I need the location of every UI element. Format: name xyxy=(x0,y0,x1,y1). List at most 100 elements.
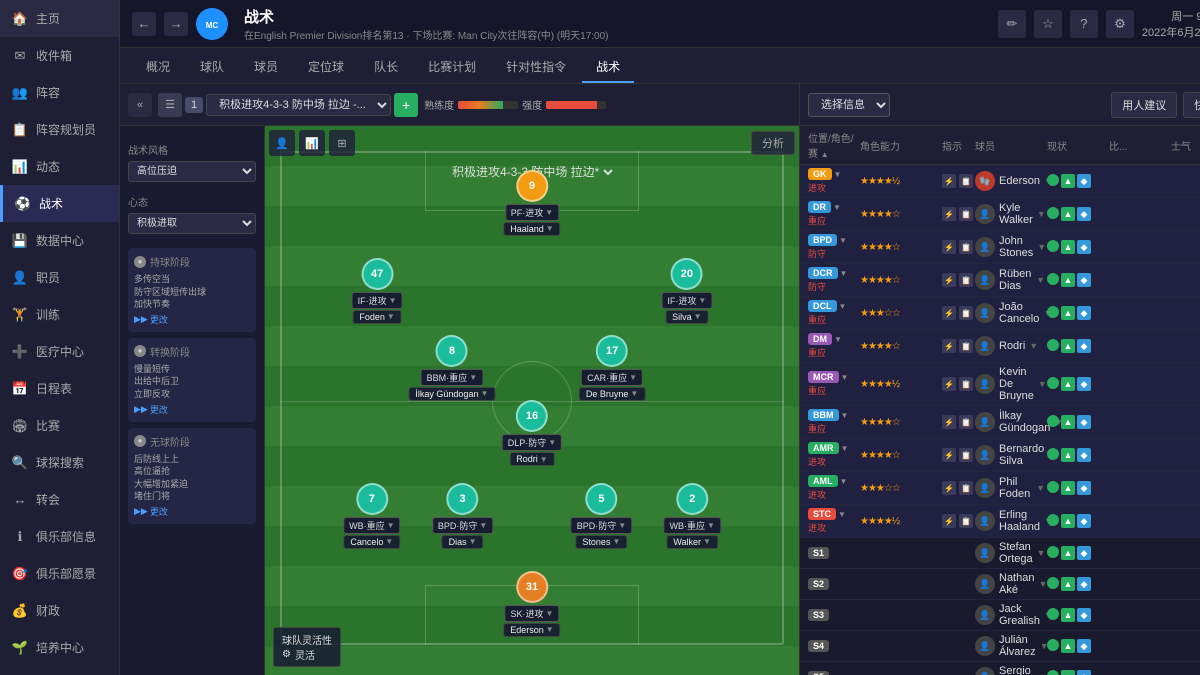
tab-instructions[interactable]: 针对性指令 xyxy=(492,52,580,83)
out-of-possession-change[interactable]: ▶▶ 更改 xyxy=(134,505,250,518)
header-pos[interactable]: 位置/角色/赛 ▲ xyxy=(808,130,858,160)
sidebar-item-home[interactable]: 🏠 主页 xyxy=(0,0,119,37)
player-name-walker[interactable]: Walker ▼ xyxy=(666,535,718,549)
help-button[interactable]: ? xyxy=(1070,10,1098,38)
player-role-rodri[interactable]: DLP·防守 ▼ xyxy=(502,434,562,451)
sidebar-item-club-vision[interactable]: 🎯 俱乐部愿景 xyxy=(0,555,119,592)
tactics-icon-tab-list[interactable]: ☰ xyxy=(158,93,182,117)
sidebar-item-club-info[interactable]: ℹ 俱乐部信息 xyxy=(0,518,119,555)
field-player-icon-btn[interactable]: 👤 xyxy=(269,130,295,156)
player-name-haaland[interactable]: Haaland ▼ xyxy=(503,222,560,236)
player-circle-debruyne[interactable]: 17 xyxy=(596,335,628,367)
header-compare[interactable]: 比... xyxy=(1109,138,1169,153)
sidebar-item-finance[interactable]: 💰 财政 xyxy=(0,592,119,629)
sidebar-item-development[interactable]: 🌱 培养中心 xyxy=(0,629,119,666)
field-bar-icon-btn[interactable]: 📊 xyxy=(299,130,325,156)
player-dropdown[interactable]: ▼ xyxy=(1036,275,1045,285)
player-name-debruyne[interactable]: De Bruyne ▼ xyxy=(579,387,645,401)
player-name-rodri[interactable]: Rodri ▼ xyxy=(509,452,554,466)
table-row[interactable]: S1 👤 Stefan Ortega ▼ ▲ ◆ - xyxy=(800,538,1200,569)
player-name-cancelo[interactable]: Cancelo ▼ xyxy=(343,535,400,549)
sidebar-item-squad[interactable]: 👥 阵容 xyxy=(0,74,119,111)
player-circle-silva[interactable]: 20 xyxy=(671,258,703,290)
table-row[interactable]: STC ▼ 进攻 ★★★★½ ⚡ 📋 👤 Erling Haaland ▼ ▲ … xyxy=(800,505,1200,538)
player-circle-gundogan[interactable]: 8 xyxy=(436,335,468,367)
table-row[interactable]: DM ▼ 重应 ★★★★☆ ⚡ 📋 👤 Rodri ▼ ▲ ◆ - xyxy=(800,330,1200,363)
player-role-silva[interactable]: IF·进攻 ▼ xyxy=(661,292,712,309)
info-select[interactable]: 选择信息 xyxy=(808,93,890,117)
forward-button[interactable]: → xyxy=(164,12,188,36)
tactics-name-select[interactable]: 积极进攻4-3-3 防中场 拉边 -... xyxy=(206,94,391,116)
suggest-button[interactable]: 用人建议 xyxy=(1111,92,1177,118)
player-circle-rodri[interactable]: 16 xyxy=(516,400,548,432)
sidebar-item-medical[interactable]: ➕ 医疗中心 xyxy=(0,333,119,370)
tab-match-plan[interactable]: 比赛计划 xyxy=(414,52,490,83)
player-circle-ederson[interactable]: 31 xyxy=(516,571,548,603)
sidebar-item-dynamics[interactable]: 📊 动态 xyxy=(0,148,119,185)
player-role-walker[interactable]: WB·重应 ▼ xyxy=(663,517,720,534)
player-role-stones[interactable]: BPD·防守 ▼ xyxy=(571,517,632,534)
tab-tactics[interactable]: 战术 xyxy=(582,52,634,83)
player-circle-cancelo[interactable]: 7 xyxy=(356,483,388,515)
collapse-button[interactable]: « xyxy=(128,93,152,117)
player-role-foden[interactable]: IF·进攻 ▼ xyxy=(352,292,403,309)
table-row[interactable]: DR ▼ 重应 ★★★★☆ ⚡ 📋 👤 Kyle Walker ▼ ▲ ◆ - xyxy=(800,198,1200,231)
table-row[interactable]: AML ▼ 进攻 ★★★☆☆ ⚡ 📋 👤 Phil Foden ▼ ▲ ◆ - xyxy=(800,472,1200,505)
settings-button[interactable]: ⚙ xyxy=(1106,10,1134,38)
table-row[interactable]: BPD ▼ 防守 ★★★★☆ ⚡ 📋 👤 John Stones ▼ ▲ ◆ - xyxy=(800,231,1200,264)
table-row[interactable]: AMR ▼ 进攻 ★★★★☆ ⚡ 📋 👤 Bernardo Silva ▼ ▲ … xyxy=(800,439,1200,472)
table-row[interactable]: GK ▼ 进攻 ★★★★½ ⚡ 📋 🧤 Ederson ▼ ▲ ◆ - xyxy=(800,165,1200,198)
player-dropdown[interactable]: ▼ xyxy=(1038,379,1047,389)
player-name-foden[interactable]: Foden ▼ xyxy=(352,310,401,324)
tab-setpieces[interactable]: 定位球 xyxy=(294,52,358,83)
header-player[interactable]: 球员 xyxy=(975,138,1045,153)
player-dropdown[interactable]: ▼ xyxy=(1029,341,1038,351)
player-dropdown[interactable]: ▼ xyxy=(1037,548,1046,558)
table-row[interactable]: S5 👤 Sergio Gómez ▼ ▲ ◆ - xyxy=(800,662,1200,675)
player-role-dias[interactable]: BPD·防守 ▼ xyxy=(432,517,493,534)
sidebar-item-inbox[interactable]: ✉ 收件箱 xyxy=(0,37,119,74)
player-name-gundogan[interactable]: İlkay Gündogan ▼ xyxy=(408,387,495,401)
table-row[interactable]: MCR ▼ 重应 ★★★★½ ⚡ 📋 👤 Kevin De Bruyne ▼ ▲… xyxy=(800,363,1200,406)
table-row[interactable]: S2 👤 Nathan Aké ▼ ▲ ◆ - xyxy=(800,569,1200,600)
table-row[interactable]: DCR ▼ 防守 ★★★★☆ ⚡ 📋 👤 Rüben Dias ▼ ▲ ◆ - xyxy=(800,264,1200,297)
player-circle-dias[interactable]: 3 xyxy=(447,483,479,515)
star-button[interactable]: ☆ xyxy=(1034,10,1062,38)
sidebar-item-staff[interactable]: 👤 职员 xyxy=(0,259,119,296)
header-instructions[interactable]: 指示 xyxy=(942,138,973,153)
player-role-cancelo[interactable]: WB·重应 ▼ xyxy=(343,517,400,534)
player-name-stones[interactable]: Stones ▼ xyxy=(575,535,627,549)
table-row[interactable]: S3 👤 Jack Grealish ▼ ▲ ◆ - xyxy=(800,600,1200,631)
player-circle-foden[interactable]: 47 xyxy=(361,258,393,290)
player-role-ederson[interactable]: SK·进攻 ▼ xyxy=(505,605,560,622)
player-role-haaland[interactable]: PF·进攻 ▼ xyxy=(505,204,559,221)
player-role-gundogan[interactable]: BBM·重应 ▼ xyxy=(421,369,483,386)
tab-team[interactable]: 球队 xyxy=(186,52,238,83)
player-circle-walker[interactable]: 2 xyxy=(676,483,708,515)
sidebar-item-transfer[interactable]: ↔ 转会 xyxy=(0,481,119,518)
sidebar-item-scout[interactable]: 🔍 球探搜索 xyxy=(0,444,119,481)
header-morale[interactable]: 士气 xyxy=(1171,138,1200,153)
table-row[interactable]: S4 👤 Julián Álvarez ▼ ▲ ◆ - xyxy=(800,631,1200,662)
sidebar-item-tactics[interactable]: ⚽ 战术 xyxy=(0,185,119,222)
quick-pick-button[interactable]: 快速挑选 xyxy=(1183,92,1200,118)
player-dropdown[interactable]: ▼ xyxy=(1037,209,1046,219)
tab-manager[interactable]: 队长 xyxy=(360,52,412,83)
player-circle-stones[interactable]: 5 xyxy=(585,483,617,515)
player-dropdown[interactable]: ▼ xyxy=(1036,483,1045,493)
player-circle-haaland[interactable]: 9 xyxy=(516,170,548,202)
tactics-add-button[interactable]: + xyxy=(394,93,418,117)
sidebar-item-schedule[interactable]: 📅 日程表 xyxy=(0,370,119,407)
field-grid-icon-btn[interactable]: ⊞ xyxy=(329,130,355,156)
player-name-dias[interactable]: Dias ▼ xyxy=(442,535,484,549)
in-possession-change[interactable]: ▶▶ 更改 xyxy=(134,313,250,326)
player-name-ederson[interactable]: Ederson ▼ xyxy=(503,623,560,637)
sidebar-item-training[interactable]: 🏋 训练 xyxy=(0,296,119,333)
style-select[interactable]: 高位压迫 xyxy=(128,161,256,182)
sidebar-item-data-hub[interactable]: 💾 数据中心 xyxy=(0,222,119,259)
tab-overview[interactable]: 概况 xyxy=(132,52,184,83)
player-name-silva[interactable]: Silva ▼ xyxy=(665,310,708,324)
header-status[interactable]: 现状 xyxy=(1047,138,1107,153)
back-button[interactable]: ← xyxy=(132,12,156,36)
table-row[interactable]: BBM ▼ 重应 ★★★★☆ ⚡ 📋 👤 İlkay Gündogan ▼ ▲ … xyxy=(800,406,1200,439)
